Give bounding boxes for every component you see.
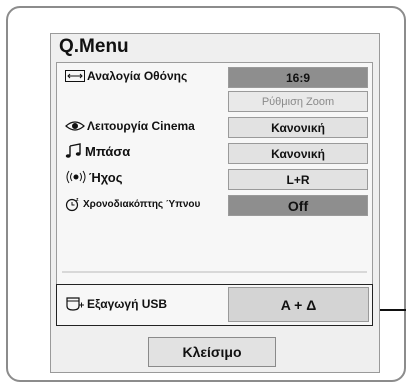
qmenu-panel: Q.Menu Αναλογία Οθόνης 16:9 Ρύθμιση Zoom — [50, 33, 380, 373]
music-note-icon — [65, 143, 83, 159]
speaker-waves-icon — [65, 169, 87, 185]
divider — [62, 271, 367, 273]
bass-label[interactable]: Μπάσα — [65, 143, 130, 159]
cinema-mode-text: Λειτουργία Cinema — [87, 119, 195, 133]
sleep-timer-text: Χρονοδιακόπτης Ύπνου — [83, 198, 201, 210]
zoom-setting-button[interactable]: Ρύθμιση Zoom — [228, 91, 368, 112]
menu-title: Q.Menu — [59, 36, 129, 57]
usb-eject-text: Εξαγωγή USB — [87, 297, 168, 311]
bass-value[interactable]: Κανονική — [228, 143, 368, 164]
usb-eject-icon — [65, 296, 85, 312]
cinema-mode-label[interactable]: Λειτουργία Cinema — [65, 119, 195, 133]
aspect-ratio-label[interactable]: Αναλογία Οθόνης — [65, 69, 187, 83]
aspect-ratio-icon — [65, 70, 85, 82]
usb-eject-label: Εξαγωγή USB — [65, 296, 167, 312]
usb-eject-row[interactable]: Εξαγωγή USB A + Δ — [56, 284, 373, 326]
bass-text: Μπάσα — [85, 143, 131, 159]
sleep-timer-label[interactable]: z Χρονοδιακόπτης Ύπνου — [65, 196, 200, 212]
sound-label[interactable]: Ήχος — [65, 169, 123, 185]
sleep-timer-value[interactable]: Off — [228, 195, 368, 216]
usb-eject-value[interactable]: A + Δ — [228, 287, 369, 322]
sound-value[interactable]: L+R — [228, 169, 368, 190]
cinema-mode-value[interactable]: Κανονική — [228, 117, 368, 138]
aspect-ratio-value[interactable]: 16:9 — [228, 67, 368, 88]
clock-z-icon: z — [65, 196, 81, 212]
eye-icon — [65, 120, 85, 132]
close-button[interactable]: Κλείσιμο — [148, 337, 276, 367]
svg-text:z: z — [76, 197, 79, 203]
aspect-ratio-text: Αναλογία Οθόνης — [87, 69, 188, 83]
callout-pointer-line — [380, 309, 406, 311]
sound-text: Ήχος — [89, 169, 123, 185]
settings-box: Αναλογία Οθόνης 16:9 Ρύθμιση Zoom Λειτου… — [56, 62, 373, 287]
